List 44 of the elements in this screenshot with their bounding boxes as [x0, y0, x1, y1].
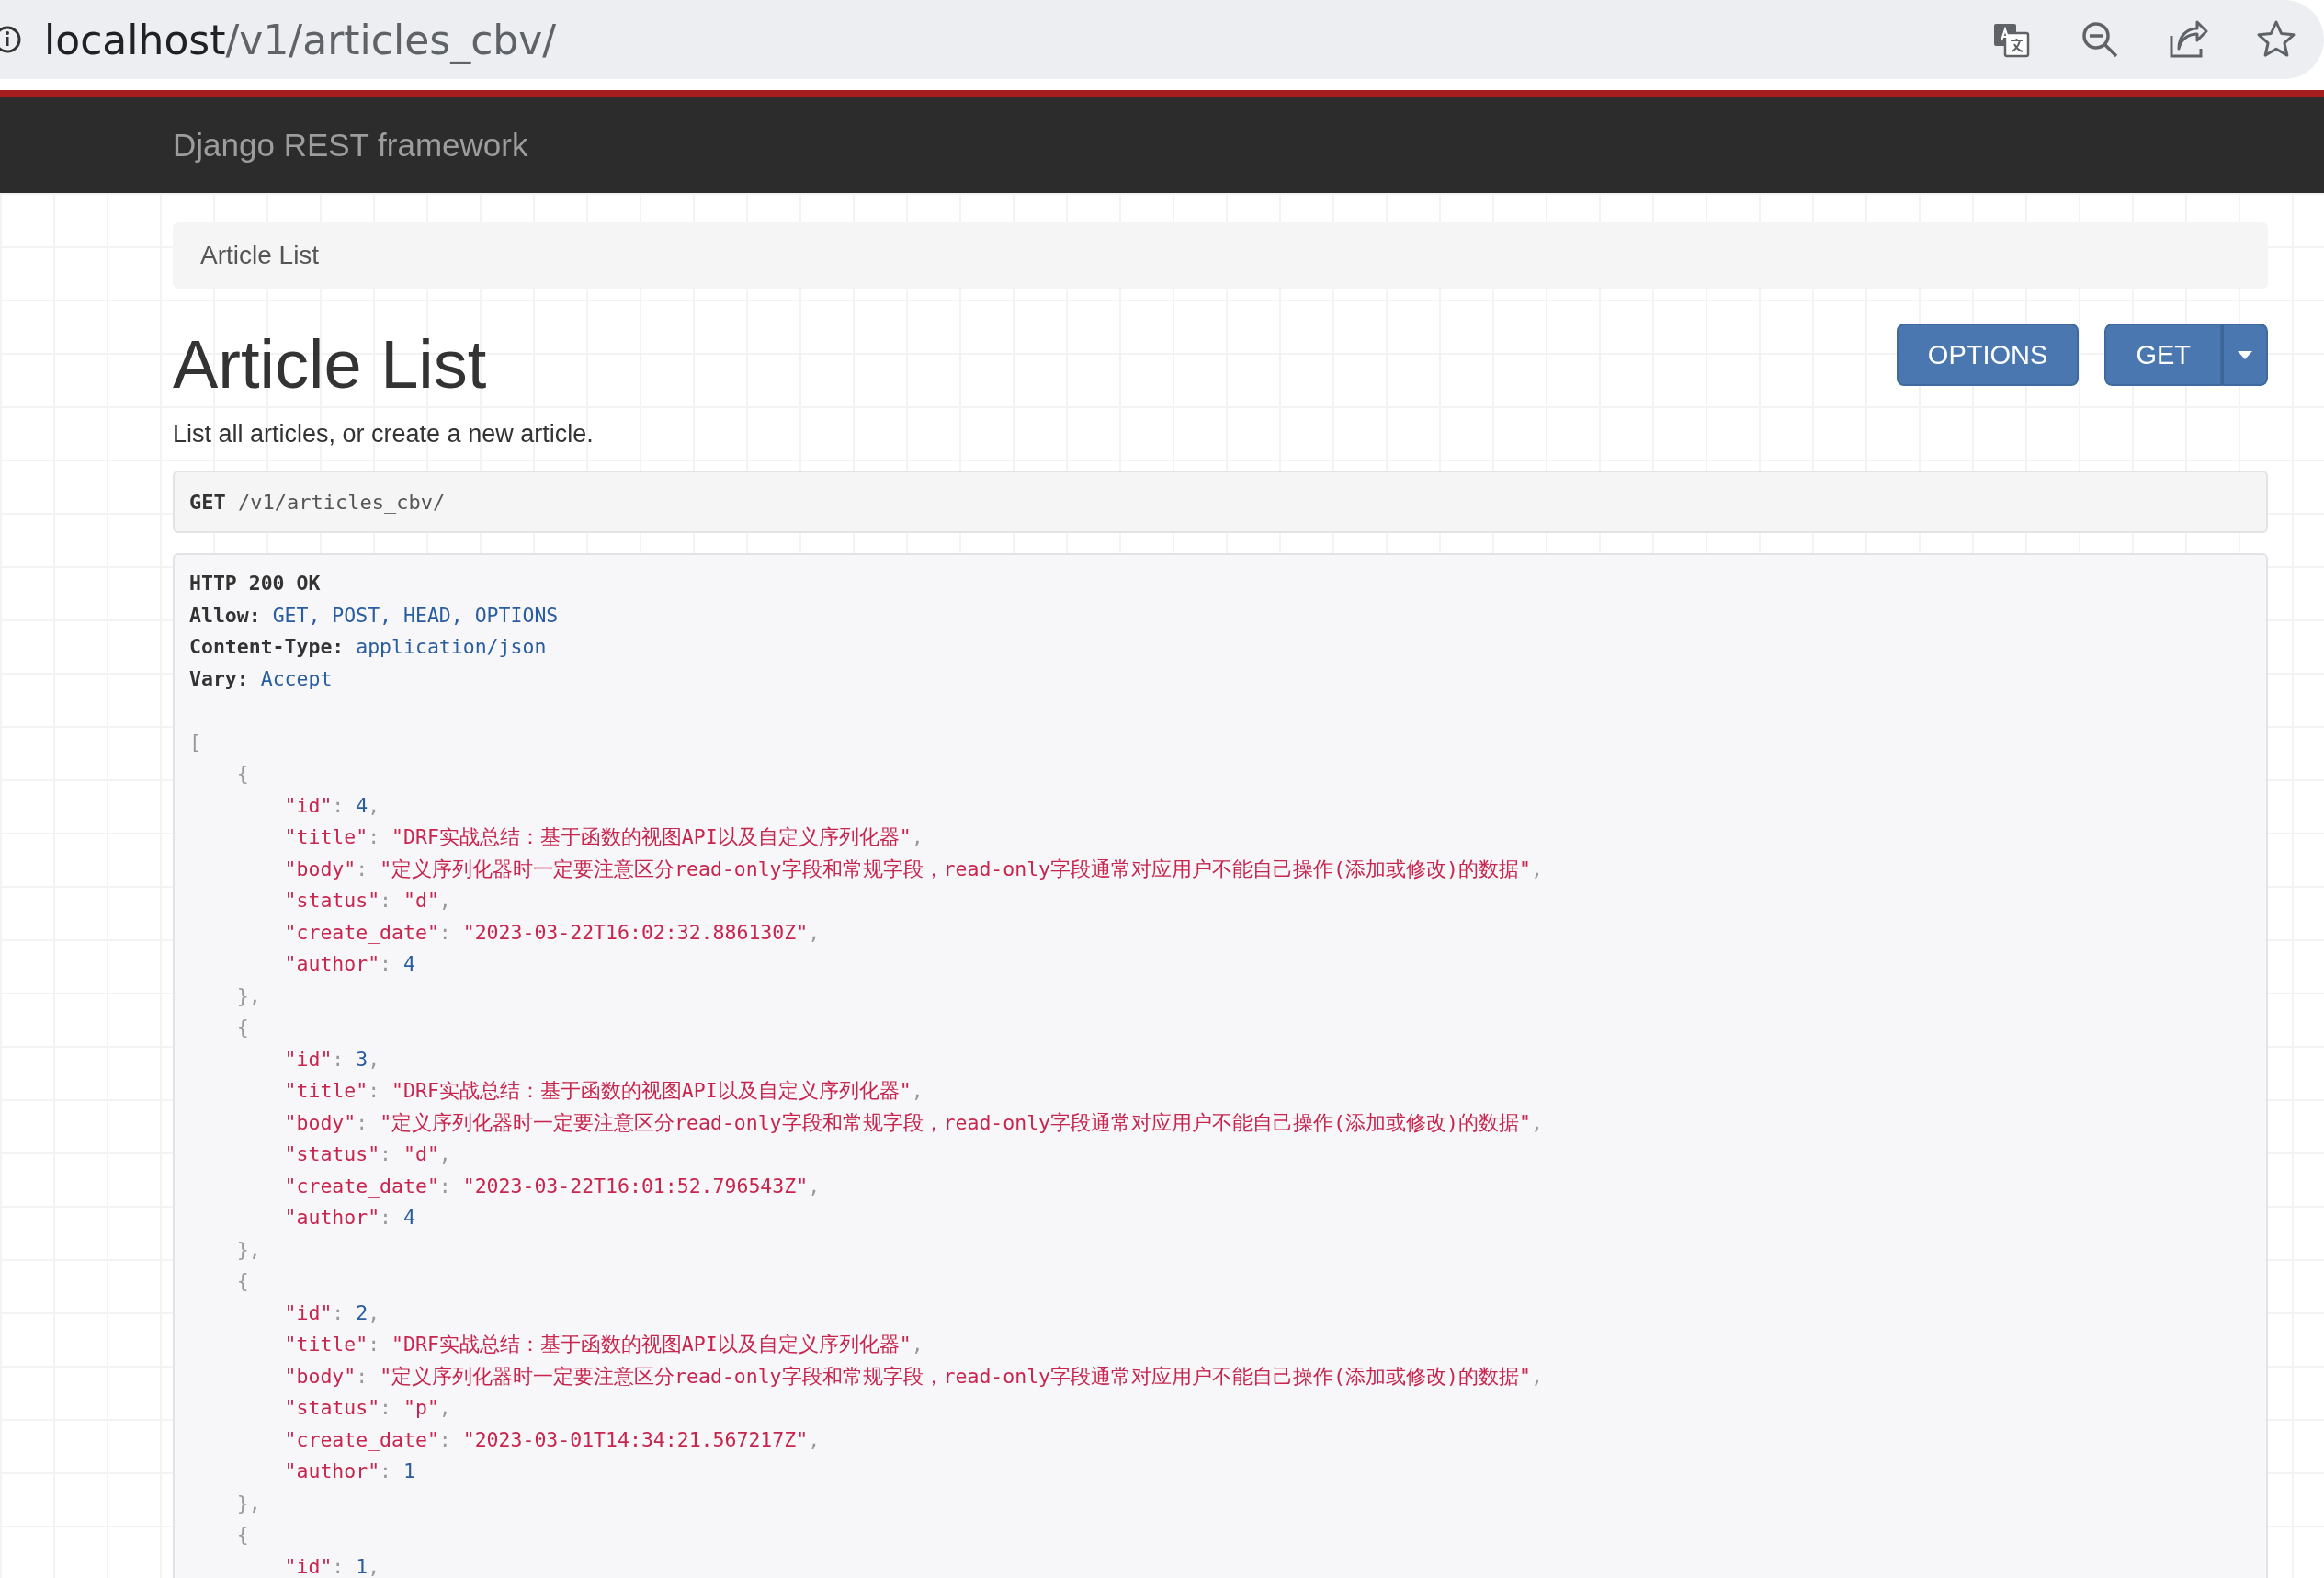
- json-brace: {: [235, 1522, 250, 1548]
- json-field: "author": 1: [189, 1456, 2251, 1488]
- json-field: "id": 4,: [189, 789, 2251, 822]
- brand-link[interactable]: Django REST framework: [173, 127, 528, 164]
- json-field: "id": 2,: [189, 1297, 2251, 1329]
- json-field: "id": 3,: [189, 1043, 2251, 1075]
- json-field: "title": "DRF实战总结：基于函数的视图API以及自定义序列化器",: [189, 822, 2251, 854]
- caret-icon: [2238, 350, 2252, 359]
- json-field: "status": "d",: [189, 885, 2251, 917]
- header-line: Allow: GET, POST, HEAD, OPTIONS: [189, 602, 560, 629]
- json-field: "author": 4: [189, 1202, 2251, 1234]
- json-field: "id": 1,: [189, 1550, 2251, 1578]
- json-brace: },: [235, 1236, 262, 1263]
- json-field: "body": "定义序列化器时一定要注意区分read-only字段和常规字段，read-only字段通常对应用户不能自己操作(添加或修改)的数据",: [189, 1360, 2251, 1392]
- json-field: "create_date": "2023-03-22T16:02:32.886130Z",: [189, 916, 2251, 948]
- json-field: "create_date": "2023-03-01T14:34:21.567217Z",: [189, 1424, 2251, 1456]
- page-description: List all articles, or create a new article.: [173, 420, 595, 448]
- zoom-out-icon[interactable]: [2080, 19, 2120, 60]
- page-title: Article List: [173, 325, 487, 403]
- json-field: "status": "d",: [189, 1139, 2251, 1171]
- dropdown-button[interactable]: [2222, 324, 2268, 386]
- status-line: HTTP 200 OK: [189, 571, 322, 596]
- json-field: "create_date": "2023-03-22T16:01:52.796543Z",: [189, 1170, 2251, 1202]
- get-button[interactable]: GET: [2104, 324, 2222, 386]
- json-brace: },: [235, 1490, 262, 1516]
- json-field: "title": "DRF实战总结：基于函数的视图API以及自定义序列化器",: [189, 1329, 2251, 1361]
- info-icon[interactable]: [0, 25, 22, 54]
- star-icon[interactable]: [2256, 19, 2296, 60]
- json-brace: {: [235, 1015, 250, 1040]
- header-line: Content-Type: application/json: [189, 634, 548, 660]
- json-field: "author": 4: [189, 948, 2251, 981]
- json-field: "body": "定义序列化器时一定要注意区分read-only字段和常规字段，read-only字段通常对应用户不能自己操作(添加或修改)的数据",: [189, 1107, 2251, 1139]
- options-button[interactable]: OPTIONS: [1896, 324, 2080, 386]
- breadcrumb-item[interactable]: Article List: [200, 241, 320, 270]
- header-line: Vary: Accept: [189, 665, 334, 692]
- json-brace: {: [235, 1268, 250, 1294]
- json-brace: },: [235, 982, 262, 1009]
- json-bracket: [: [189, 729, 202, 755]
- share-icon[interactable]: [2168, 19, 2208, 60]
- json-field: "body": "定义序列化器时一定要注意区分read-only字段和常规字段，read-only字段通常对应用户不能自己操作(添加或修改)的数据",: [189, 853, 2251, 885]
- json-field: "title": "DRF实战总结：基于函数的视图API以及自定义序列化器",: [189, 1075, 2251, 1107]
- json-field: "status": "p",: [189, 1392, 2251, 1425]
- json-brace: {: [235, 761, 250, 787]
- address-bar[interactable]: localhost/v1/articles_cbv/: [0, 0, 2324, 79]
